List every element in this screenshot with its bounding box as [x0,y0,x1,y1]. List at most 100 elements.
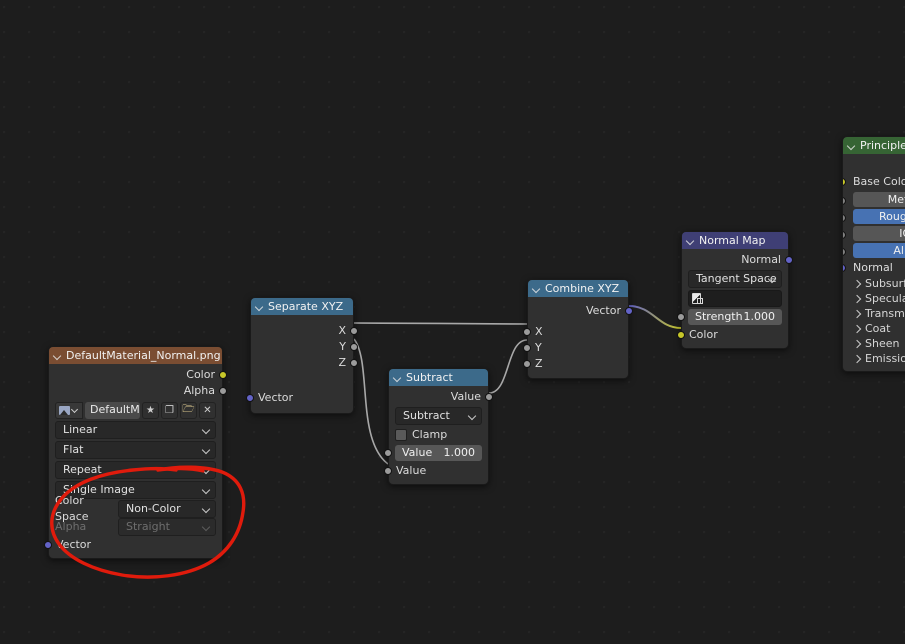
value-socket[interactable] [350,359,358,367]
input-base-color-row: Base Color [843,174,905,190]
node-principled-bsdf-header[interactable]: Principled B [843,137,905,154]
input-ior-row[interactable]: IOR [843,226,905,241]
vector-socket[interactable] [44,541,52,549]
collapse-chevron-icon[interactable] [54,352,62,360]
node-combine-xyz[interactable]: Combine XYZ Vector X Y Z [523,279,633,379]
value-socket[interactable] [485,393,493,401]
value-socket[interactable] [384,467,392,475]
node-normal-map-header[interactable]: Normal Map [682,232,788,249]
value-slider-a[interactable]: Value 1.000 [384,445,482,461]
collapse-chevron-icon[interactable] [394,374,402,382]
link-subtract-value-to-combinexyz-y [488,339,528,394]
clamp-checkbox-row[interactable]: Clamp [395,427,482,443]
strength-slider[interactable]: Strength 1.000 [677,309,782,325]
extension-dropdown[interactable]: Repeat [55,461,216,479]
input-metallic-row[interactable]: Metallic [843,192,905,207]
output-color-row: Color [49,367,227,383]
duplicate-icon[interactable]: ❐ [161,402,178,419]
panel-sheen-label: Sheen [865,337,900,350]
input-ior-label[interactable]: IOR [853,226,905,241]
node-combine-xyz-header[interactable]: Combine XYZ [528,280,628,297]
panel-emission[interactable]: Emission [843,351,905,366]
input-value-label: Value [396,464,427,477]
input-alpha-label[interactable]: Alpha [853,243,905,258]
panel-sheen[interactable]: Sheen [843,336,905,351]
vector-socket[interactable] [843,264,846,272]
color-socket[interactable] [843,178,846,186]
panel-coat[interactable]: Coat [843,321,905,336]
input-roughness-row[interactable]: Roughness [843,209,905,224]
panel-subsurface[interactable]: Subsurface [843,276,905,291]
shader-node-editor[interactable]: DefaultMaterial_Normal.png Color Alpha D… [0,0,905,644]
value-socket[interactable] [843,231,846,239]
value-socket[interactable] [350,327,358,335]
value-socket[interactable] [523,360,531,368]
node-image-texture-header[interactable]: DefaultMaterial_Normal.png [49,347,222,364]
input-roughness-label[interactable]: Roughness [853,209,905,224]
value-socket[interactable] [843,197,846,205]
vector-socket[interactable] [246,394,254,402]
vector-socket[interactable] [785,256,793,264]
output-z-row: Z [251,355,358,371]
space-dropdown[interactable]: Tangent Space [688,270,782,288]
value-socket[interactable] [384,449,392,457]
value-socket[interactable] [219,387,227,395]
color-space-dropdown[interactable]: Non-Color [118,500,216,518]
image-datablock-bar[interactable]: DefaultMaterial... ★ ❐ 🗁 ✕ [55,402,216,419]
input-alpha-row[interactable]: Alpha [843,243,905,258]
value-socket[interactable] [843,248,846,256]
uv-map-icon [692,293,703,304]
value-socket[interactable] [350,343,358,351]
node-principled-bsdf[interactable]: Principled B Base Color Metallic Roughne… [842,136,905,372]
value-slider-a-label: Value [402,446,433,459]
operation-dropdown[interactable]: Subtract [395,407,482,425]
vector-socket[interactable] [625,307,633,315]
node-math-subtract-header[interactable]: Subtract [389,369,488,386]
panel-coat-label: Coat [865,322,891,335]
interpolation-dropdown[interactable]: Linear [55,421,216,439]
collapse-chevron-icon[interactable] [256,303,264,311]
color-socket[interactable] [219,371,227,379]
open-folder-icon[interactable]: 🗁 [180,402,197,419]
alpha-mode-row: Alpha Straight [55,518,216,536]
collapse-chevron-icon[interactable] [533,285,541,293]
value-socket[interactable] [677,313,685,321]
node-separate-xyz-header[interactable]: Separate XYZ [251,298,353,315]
panel-specular[interactable]: Specular [843,291,905,306]
input-base-color-label: Base Color [853,175,905,188]
input-z-row: Z [523,356,628,372]
value-socket[interactable] [843,214,846,222]
panel-specular-label: Specular [865,292,905,305]
clamp-label: Clamp [412,428,448,441]
value-socket[interactable] [523,328,531,336]
node-math-subtract[interactable]: Subtract Value Subtract Clamp Value 1.00… [384,368,493,485]
collapse-chevron-icon[interactable] [687,237,695,245]
input-vector-row: Vector [246,390,353,406]
value-socket[interactable] [523,344,531,352]
chevron-right-icon [853,295,861,303]
panel-subsurface-label: Subsurface [865,277,905,290]
panel-transmission[interactable]: Transmissio [843,306,905,321]
input-color-row: Color [677,327,788,343]
node-image-texture[interactable]: DefaultMaterial_Normal.png Color Alpha D… [44,346,227,559]
panel-transmission-label: Transmissio [865,307,905,320]
image-name-field[interactable]: DefaultMaterial... [85,402,140,419]
input-vector-label: Vector [56,538,92,551]
uv-map-field[interactable] [688,290,782,307]
fake-user-icon[interactable]: ★ [142,402,159,419]
output-normal-row: Normal [682,252,793,268]
node-separate-xyz[interactable]: Separate XYZ X Y Z Vector [246,297,358,414]
projection-dropdown[interactable]: Flat [55,441,216,459]
node-normal-map[interactable]: Normal Map Normal Tangent Space Strength… [677,231,793,349]
image-type-icon[interactable] [55,402,83,419]
alpha-mode-dropdown: Straight [118,518,216,536]
output-value-label: Value [450,390,481,403]
unlink-x-icon[interactable]: ✕ [199,402,216,419]
input-metallic-label[interactable]: Metallic [853,192,905,207]
clamp-checkbox[interactable] [395,429,407,441]
node-math-subtract-title: Subtract [406,371,453,384]
color-socket[interactable] [677,331,685,339]
strength-label: Strength [695,310,743,323]
collapse-chevron-icon[interactable] [848,142,856,150]
